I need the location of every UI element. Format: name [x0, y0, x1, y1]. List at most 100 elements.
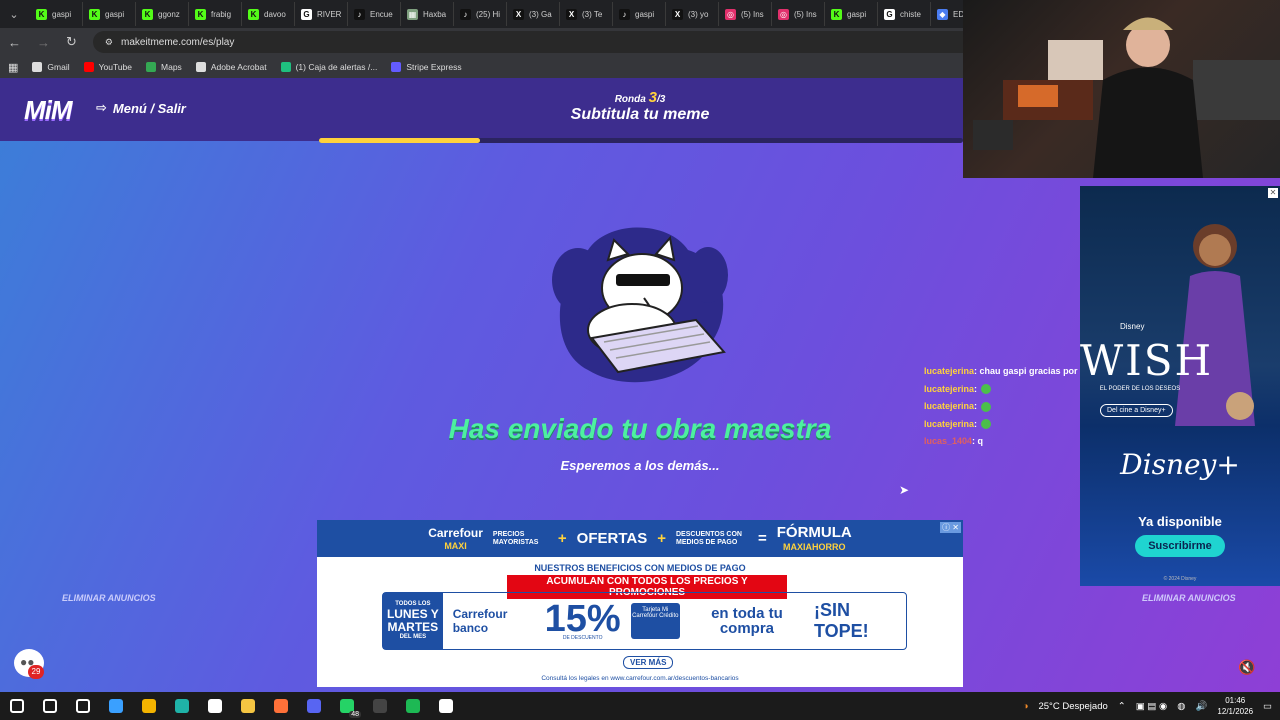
clock-date: 12/1/2026: [1217, 707, 1254, 716]
browser-tab[interactable]: Kggonz: [136, 2, 189, 26]
browser-tab[interactable]: Kgaspi: [825, 2, 878, 26]
bookmark-item[interactable]: Adobe Acrobat: [195, 62, 267, 72]
chat-username[interactable]: lucas_1404: [924, 436, 972, 446]
taskbar-apps: 48: [0, 692, 462, 720]
bookmark-icon: [32, 62, 43, 72]
mute-icon[interactable]: 🔇: [1238, 659, 1255, 676]
round-indicator: Ronda 3/3: [540, 89, 740, 106]
bookmark-item[interactable]: Gmail: [32, 62, 70, 72]
tab-favicon-icon: G: [301, 8, 312, 20]
windows-start-icon[interactable]: [0, 692, 33, 720]
site-info-icon[interactable]: ⚙: [105, 37, 113, 48]
ad-precios: PRECIOS MAYORISTAS: [492, 530, 539, 546]
file-explorer-icon[interactable]: [231, 692, 264, 720]
ad-equals: =: [758, 530, 767, 547]
obs-icon[interactable]: [363, 692, 396, 720]
exit-icon: ⇨: [96, 100, 107, 115]
subscribe-button[interactable]: Suscribirme: [1135, 535, 1225, 557]
whatsapp-icon[interactable]: 48: [330, 692, 363, 720]
chrome-icon[interactable]: [132, 692, 165, 720]
taskbar-icon-glyph: [240, 699, 255, 713]
browser-tab[interactable]: X (3) Ga: [507, 2, 560, 26]
bookmark-item[interactable]: Maps: [146, 62, 182, 72]
browser-tab[interactable]: Kgaspi: [83, 2, 136, 26]
ad-percent: 15%: [544, 597, 621, 640]
tab-search-icon[interactable]: ⌄: [4, 4, 24, 24]
clock[interactable]: 01:46 12/1/2026: [1217, 695, 1253, 717]
bookmark-item[interactable]: (1) Caja de alertas /...: [280, 62, 377, 72]
discord-icon[interactable]: [297, 692, 330, 720]
tab-label: (25) Hi: [476, 9, 501, 19]
url-field[interactable]: ⚙ makeitmeme.com/es/play: [92, 31, 973, 53]
remove-ads-left-link[interactable]: ELIMINAR ANUNCIOS: [62, 593, 156, 603]
chat-bubble-button[interactable]: ●● 29: [14, 649, 44, 679]
url-text: makeitmeme.com/es/play: [120, 36, 235, 48]
firefox-icon[interactable]: [264, 692, 297, 720]
taskbar-icon-glyph: [108, 699, 123, 713]
ad-formula-sub: MAXIAHORRO: [783, 542, 846, 552]
browser-tab[interactable]: Kdavoo: [242, 2, 295, 26]
weather-text[interactable]: 25°C Despejado: [1038, 701, 1107, 712]
carrefour-ad-banner[interactable]: ⓘ ✕ Carrefour MAXI PRECIOS MAYORISTAS + …: [317, 520, 963, 687]
disney-plus-ad[interactable]: ✕ Disney WISH EL PODER DE LOS DESEOS Del…: [1080, 186, 1280, 586]
browser-tab[interactable]: Gchiste: [878, 2, 931, 26]
available-text: Ya disponible: [1138, 514, 1222, 529]
browser-tab[interactable]: ◎ (5) Ins: [772, 2, 825, 26]
browser-tab[interactable]: ♪ Encue: [348, 2, 401, 26]
browser-tab[interactable]: ◎ (5) Ins: [719, 2, 772, 26]
ad-days-badge: TODOS LOS LUNES Y MARTES DEL MES: [383, 593, 443, 649]
ad-close-icon[interactable]: ✕: [1268, 188, 1278, 198]
tray-apps-icon[interactable]: ▣ ▤ ◉: [1136, 701, 1168, 712]
ad-choices-icon[interactable]: ⓘ ✕: [940, 522, 961, 533]
task-view-icon[interactable]: [66, 692, 99, 720]
site-logo[interactable]: MiM: [24, 95, 73, 126]
bookmark-label: Maps: [161, 62, 182, 72]
bookmark-item[interactable]: YouTube: [83, 62, 132, 72]
taskbar-icon-glyph: [42, 699, 57, 713]
bookmark-list: Gmail YouTube Maps Adobe Acrobat (1) Caja de…: [32, 62, 462, 72]
menu-exit-button[interactable]: ⇨ Menú / Salir: [96, 100, 186, 116]
chat-emote-icon: [981, 384, 992, 395]
spotify-icon[interactable]: [396, 692, 429, 720]
browser-tab[interactable]: X (3) yo: [666, 2, 719, 26]
browser-tab[interactable]: Kfrabig: [189, 2, 242, 26]
back-icon[interactable]: ←: [8, 35, 21, 50]
copilot-icon[interactable]: [99, 692, 132, 720]
menu-exit-label: Menú / Salir: [112, 100, 186, 116]
browser-tab[interactable]: ♪ (25) Hi: [454, 2, 507, 26]
apps-icon[interactable]: ▦: [8, 61, 18, 74]
ad-descuento: DE DESCUENTO: [562, 634, 603, 641]
store-icon[interactable]: [198, 692, 231, 720]
browser-tab[interactable]: ▦ Haxba: [401, 2, 454, 26]
browser-tab[interactable]: G RIVER: [295, 2, 348, 26]
edge-icon[interactable]: [165, 692, 198, 720]
tab-label: ggonz: [158, 9, 180, 19]
tray-chevron-icon[interactable]: ⌃: [1118, 701, 1126, 712]
bookmark-item[interactable]: Stripe Express: [391, 62, 462, 72]
tab-label: (3) Ga: [529, 9, 552, 19]
notifications-icon[interactable]: ▭: [1263, 701, 1272, 712]
browser-tab[interactable]: ♪ gaspi: [613, 2, 666, 26]
wish-character-art: [1175, 224, 1255, 426]
reload-icon[interactable]: ↻: [66, 34, 77, 50]
ad-ver-mas-button[interactable]: VER MÁS: [623, 656, 674, 669]
remove-ads-right-link[interactable]: ELIMINAR ANUNCIOS: [1142, 593, 1236, 603]
network-icon[interactable]: ◍: [1177, 701, 1185, 712]
weather-icon[interactable]: ◑: [1023, 701, 1029, 712]
browser-tab[interactable]: Kgaspi: [30, 2, 83, 26]
tab-label: gaspi: [847, 9, 867, 19]
forward-icon[interactable]: →: [37, 35, 50, 50]
chat-username[interactable]: lucatejerina: [924, 366, 974, 376]
wish-title: WISH: [1080, 336, 1214, 385]
search-icon[interactable]: [33, 692, 66, 720]
wish-cine-badge: Del cine a Disney+: [1100, 404, 1173, 417]
chat-username[interactable]: lucatejerina: [924, 384, 974, 394]
tab-favicon-icon: K: [142, 8, 153, 20]
chat-username[interactable]: lucatejerina: [924, 419, 974, 429]
chat-username[interactable]: lucatejerina: [924, 401, 974, 411]
capcut-icon[interactable]: [429, 692, 462, 720]
taskbar-icon-glyph: [75, 699, 90, 713]
browser-tab[interactable]: X (3) Te: [560, 2, 613, 26]
volume-icon[interactable]: 🔊: [1196, 701, 1208, 712]
taskbar-icon-glyph: [438, 699, 453, 713]
